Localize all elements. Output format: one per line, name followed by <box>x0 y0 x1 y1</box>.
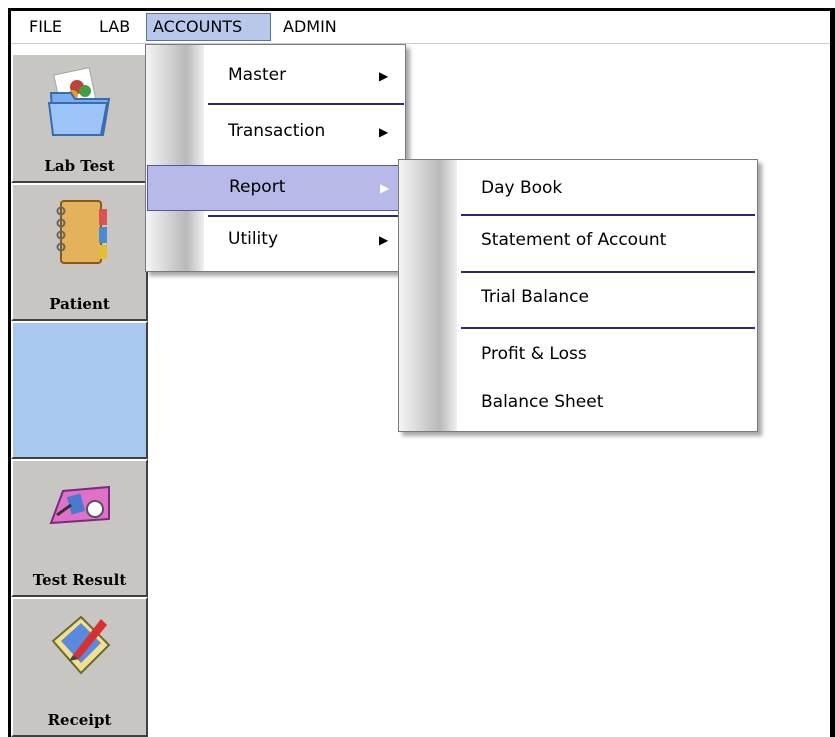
menu-item-day-book[interactable]: Day Book <box>399 164 757 212</box>
submenu-arrow-icon: ▶ <box>379 233 389 247</box>
menu-separator <box>461 271 755 273</box>
submenu-arrow-icon: ▶ <box>380 181 390 195</box>
statement-of-account-label: Statement of Account <box>481 230 667 250</box>
test-result-button[interactable]: Test Result <box>11 459 148 597</box>
day-book-label: Day Book <box>481 178 563 198</box>
profit-loss-label: Profit & Loss <box>481 344 587 364</box>
menu-item-statement-of-account[interactable]: Statement of Account <box>399 218 757 270</box>
menu-separator <box>461 214 755 216</box>
menu-accounts[interactable]: ACCOUNTS <box>146 13 271 41</box>
menu-separator <box>208 103 404 105</box>
menu-item-trial-balance[interactable]: Trial Balance <box>399 275 757 325</box>
receipt-label: Receipt <box>47 711 112 729</box>
trial-balance-label: Trial Balance <box>481 287 589 307</box>
lab-test-button[interactable]: Lab Test <box>11 53 148 183</box>
submenu-arrow-icon: ▶ <box>379 125 389 139</box>
menu-item-balance-sheet[interactable]: Balance Sheet <box>399 380 757 426</box>
lab-test-label: Lab Test <box>44 157 115 175</box>
utility-label: Utility <box>228 229 279 249</box>
notebook-icon <box>56 200 107 264</box>
accounts-dropdown: Master ▶ Transaction ▶ Report ▶ Utility … <box>145 44 406 272</box>
menu-separator <box>208 215 404 217</box>
desk-icon <box>49 485 110 525</box>
menu-item-profit-loss[interactable]: Profit & Loss <box>399 332 757 378</box>
window-border-right <box>830 8 835 737</box>
report-label: Report <box>229 177 286 197</box>
folder-icon <box>47 67 111 136</box>
toolbar-empty-slot[interactable] <box>11 321 148 459</box>
menu-separator <box>461 327 755 329</box>
balance-sheet-label: Balance Sheet <box>481 392 604 412</box>
master-label: Master <box>228 65 287 85</box>
menu-item-report[interactable]: Report ▶ <box>147 165 404 211</box>
patient-button[interactable]: Patient <box>11 183 148 321</box>
menu-file[interactable]: FILE <box>23 13 68 41</box>
test-result-label: Test Result <box>32 571 127 589</box>
menu-item-master[interactable]: Master ▶ <box>146 53 405 101</box>
menu-item-transaction[interactable]: Transaction ▶ <box>146 107 405 157</box>
menu-lab[interactable]: LAB <box>93 13 136 41</box>
left-toolbar: Lab Test Patient Test Result Receipt <box>11 53 148 737</box>
menu-bar: FILE LAB ACCOUNTS ADMIN <box>11 11 830 44</box>
menu-item-utility[interactable]: Utility ▶ <box>146 219 405 267</box>
submenu-arrow-icon: ▶ <box>379 69 389 83</box>
pen-paper-icon <box>51 615 111 675</box>
report-submenu: Day Book Statement of Account Trial Bala… <box>398 159 758 432</box>
patient-label: Patient <box>49 295 110 313</box>
receipt-button[interactable]: Receipt <box>11 597 148 737</box>
app-window: FILE LAB ACCOUNTS ADMIN Lab Test Patient… <box>0 0 835 737</box>
menu-admin[interactable]: ADMIN <box>277 13 343 41</box>
transaction-label: Transaction <box>228 121 326 141</box>
